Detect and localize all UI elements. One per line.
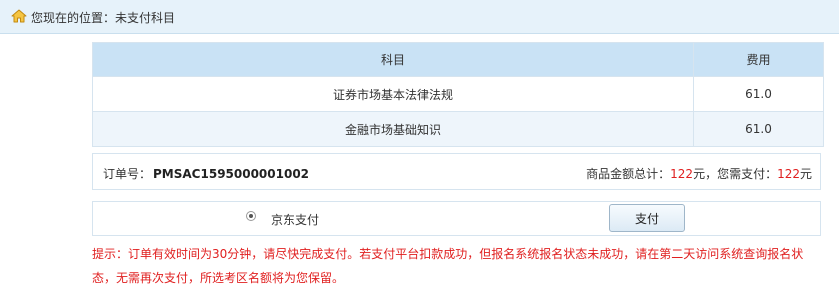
column-header-subject: 科目 bbox=[92, 42, 694, 77]
subject-cell: 金融市场基础知识 bbox=[92, 111, 694, 147]
fee-cell: 61.0 bbox=[693, 111, 824, 147]
breadcrumb: 您现在的位置：未支付科目 bbox=[0, 0, 839, 34]
total-label: 商品金额总计： bbox=[586, 167, 671, 181]
home-icon bbox=[11, 9, 27, 23]
payment-method-row: 京东支付 支付 bbox=[92, 201, 821, 236]
order-number-label: 订单号： bbox=[103, 167, 152, 181]
breadcrumb-text: 您现在的位置：未支付科目 bbox=[31, 11, 176, 25]
pay-amount: 122 bbox=[777, 167, 800, 181]
column-header-fee: 费用 bbox=[693, 42, 824, 77]
table-row: 金融市场基础知识 61.0 bbox=[92, 111, 824, 147]
order-number: PMSAC1595000001002 bbox=[153, 167, 310, 181]
total-unit-and-pay-label: 元，您需支付： bbox=[693, 167, 778, 181]
subject-cell: 证券市场基本法律法规 bbox=[92, 76, 694, 112]
fee-cell: 61.0 bbox=[693, 76, 824, 112]
pay-button[interactable]: 支付 bbox=[609, 204, 685, 232]
payment-method-label[interactable]: 京东支付 bbox=[271, 211, 319, 228]
subjects-table: 科目 费用 证券市场基本法律法规 61.0 金融市场基础知识 61.0 bbox=[92, 42, 824, 147]
table-row: 证券市场基本法律法规 61.0 bbox=[92, 76, 824, 112]
table-header-row: 科目 费用 bbox=[92, 42, 824, 77]
payment-notice: 提示：订单有效时间为30分钟，请尽快完成支付。若支付平台扣款成功，但报名系统报名… bbox=[92, 247, 804, 285]
order-summary: 订单号： PMSAC1595000001002 商品金额总计：122元，您需支付：… bbox=[92, 153, 821, 190]
order-number-line: 订单号： PMSAC1595000001002 bbox=[103, 165, 309, 182]
total-amount: 122 bbox=[670, 167, 694, 181]
pay-unit: 元 bbox=[799, 167, 812, 181]
jd-pay-radio[interactable] bbox=[246, 211, 256, 221]
order-amount-line: 商品金额总计：122元，您需支付：122元 bbox=[586, 165, 812, 182]
